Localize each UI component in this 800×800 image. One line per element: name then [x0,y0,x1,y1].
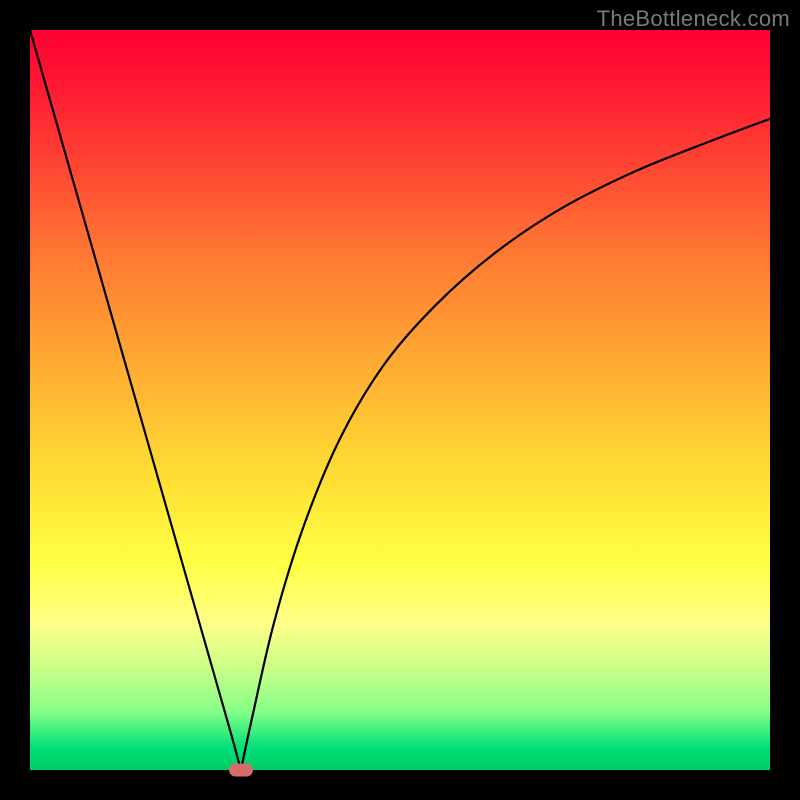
chart-container: TheBottleneck.com [0,0,800,800]
curve-left-branch [30,30,241,770]
watermark-text: TheBottleneck.com [597,6,790,32]
plot-area [30,30,770,770]
minimum-marker [229,764,253,777]
curve-right-branch [241,119,770,770]
curve-svg [30,30,770,770]
